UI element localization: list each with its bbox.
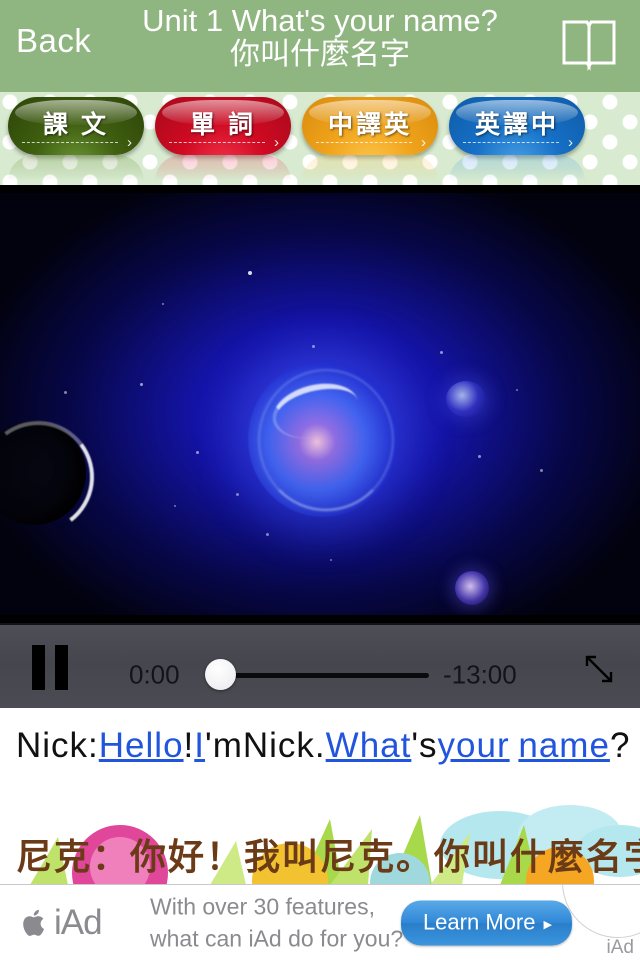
tab-text-label: 課 文 [43,111,109,139]
tab-bar: 課 文 › 單 詞 › 中譯英 › 英譯中 › [0,92,640,185]
tab-vocabulary[interactable]: 單 詞 › [155,97,291,155]
chevron-right-icon: › [127,134,132,151]
app-root: Back Unit 1 What's your name? 你叫什麼名字 課 文… [0,0,640,960]
page-title-english: Unit 1 What's your name? [142,3,498,38]
elapsed-time: 0:00 [129,659,180,690]
tab-reflections [0,155,640,185]
tab-english-to-chinese-label: 英譯中 [474,111,559,139]
back-button[interactable]: Back [16,22,91,60]
vocab-link-your[interactable]: your [438,726,510,765]
subtitle-english: Nick:Hello!I'mNick.What'syour name? [16,716,632,776]
subtitle-seg: Nick: [16,726,99,765]
subtitle-chinese: 尼克：你好！我叫尼克。你叫什麼名字 [16,836,640,877]
video-player-surface[interactable] [0,185,640,623]
video-frame [0,193,640,615]
page-title-chinese: 你叫什麼名字 [230,38,410,72]
chevron-right-icon: › [421,134,426,151]
open-book-icon[interactable] [560,16,618,72]
chevron-right-icon: › [274,134,279,151]
seek-slider[interactable] [205,659,431,690]
apple-logo-icon [22,908,48,938]
tab-dotted-rule [316,141,412,143]
tab-english-to-chinese[interactable]: 英譯中 › [449,97,585,155]
vocab-link-name[interactable]: name [518,726,610,765]
ad-copy: With over 30 features, what can iAd do f… [150,890,403,955]
tab-text[interactable]: 課 文 › [8,97,144,155]
tab-dotted-rule [22,141,118,143]
player-control-bar: 0:00 -13:00 [0,623,640,710]
subtitle-seg: 's [411,726,438,765]
seek-track [223,673,429,678]
tab-reflection [8,155,144,181]
learn-more-button[interactable]: Learn More ▸ [400,900,572,945]
seek-handle[interactable] [205,659,236,690]
tab-dotted-rule [463,141,559,143]
tab-reflection [155,155,291,181]
vocab-link-hello[interactable]: Hello [99,726,184,765]
tab-chinese-to-english[interactable]: 中譯英 › [302,97,438,155]
tab-dotted-rule [169,141,265,143]
subtitle-seg: ! [183,726,195,765]
tab-vocabulary-label: 單 詞 [190,111,256,139]
ad-corner-label: iAd [606,937,634,958]
subtitle-seg: ? [609,726,631,765]
ad-copy-line1: With over 30 features, [150,892,375,919]
tab-reflection [449,155,585,181]
ad-banner[interactable]: iAd With over 30 features, what can iAd … [0,884,640,960]
subtitle-seg: Nick [242,726,315,765]
ad-brand: iAd [22,902,103,943]
small-sphere-lower [455,571,489,605]
pause-button[interactable] [30,645,70,690]
vocab-link-i[interactable]: I [194,726,205,765]
page-title: Unit 1 What's your name? 你叫什麼名字 [120,4,520,72]
tab-list: 課 文 › 單 詞 › 中譯英 › 英譯中 › [0,97,640,155]
subtitle-panel: Nick:Hello!I'mNick.What'syour name? 尼克：你… [0,708,640,885]
tab-chinese-to-english-label: 中譯英 [327,111,412,139]
dark-sphere-highlight [0,413,102,541]
vocab-link-what[interactable]: What [326,726,412,765]
chevron-right-icon: › [568,134,573,151]
subtitle-seg: 'm [205,726,243,765]
chevron-right-icon: ▸ [543,914,552,933]
header-bar: Back Unit 1 What's your name? 你叫什麼名字 [0,0,640,92]
tab-reflection [302,155,438,181]
fullscreen-expand-icon[interactable] [582,652,616,686]
ad-brand-label: iAd [54,902,103,942]
small-sphere-upper [446,381,486,417]
subtitle-seg: . [314,726,326,765]
ad-corner-curve [562,885,640,938]
remaining-time: -13:00 [443,659,517,690]
ad-copy-line2: what can iAd do for you? [150,925,404,952]
learn-more-label: Learn More [422,909,536,934]
